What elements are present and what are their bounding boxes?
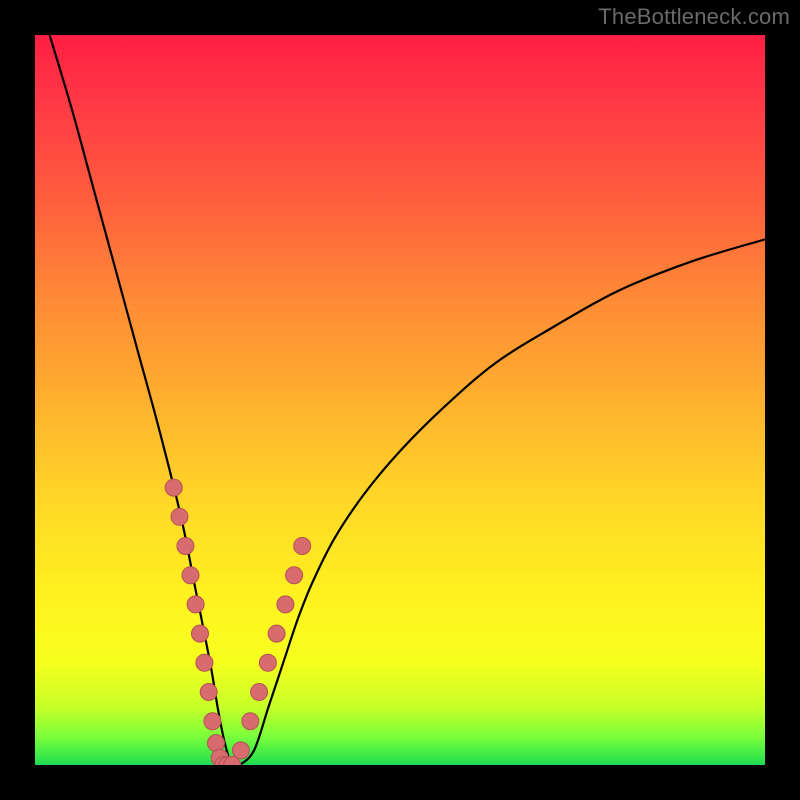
outer-frame: TheBottleneck.com [0, 0, 800, 800]
highlight-dot [182, 567, 199, 584]
highlight-dot [277, 596, 294, 613]
highlight-dot [200, 684, 217, 701]
highlight-dots-group [165, 479, 311, 765]
highlight-dot [286, 567, 303, 584]
highlight-dot [251, 684, 268, 701]
highlight-dot [177, 538, 194, 555]
watermark-text: TheBottleneck.com [598, 4, 790, 30]
highlight-dot [232, 742, 249, 759]
highlight-dot [242, 713, 259, 730]
highlight-dot [268, 625, 285, 642]
highlight-dot [192, 625, 209, 642]
highlight-dot [165, 479, 182, 496]
bottleneck-curve-path [50, 35, 765, 765]
highlight-dot [204, 713, 221, 730]
plot-area [35, 35, 765, 765]
highlight-dot [259, 654, 276, 671]
highlight-dot [171, 508, 188, 525]
highlight-dot [196, 654, 213, 671]
highlight-dot [294, 538, 311, 555]
highlight-dot [187, 596, 204, 613]
bottleneck-curve-svg [35, 35, 765, 765]
